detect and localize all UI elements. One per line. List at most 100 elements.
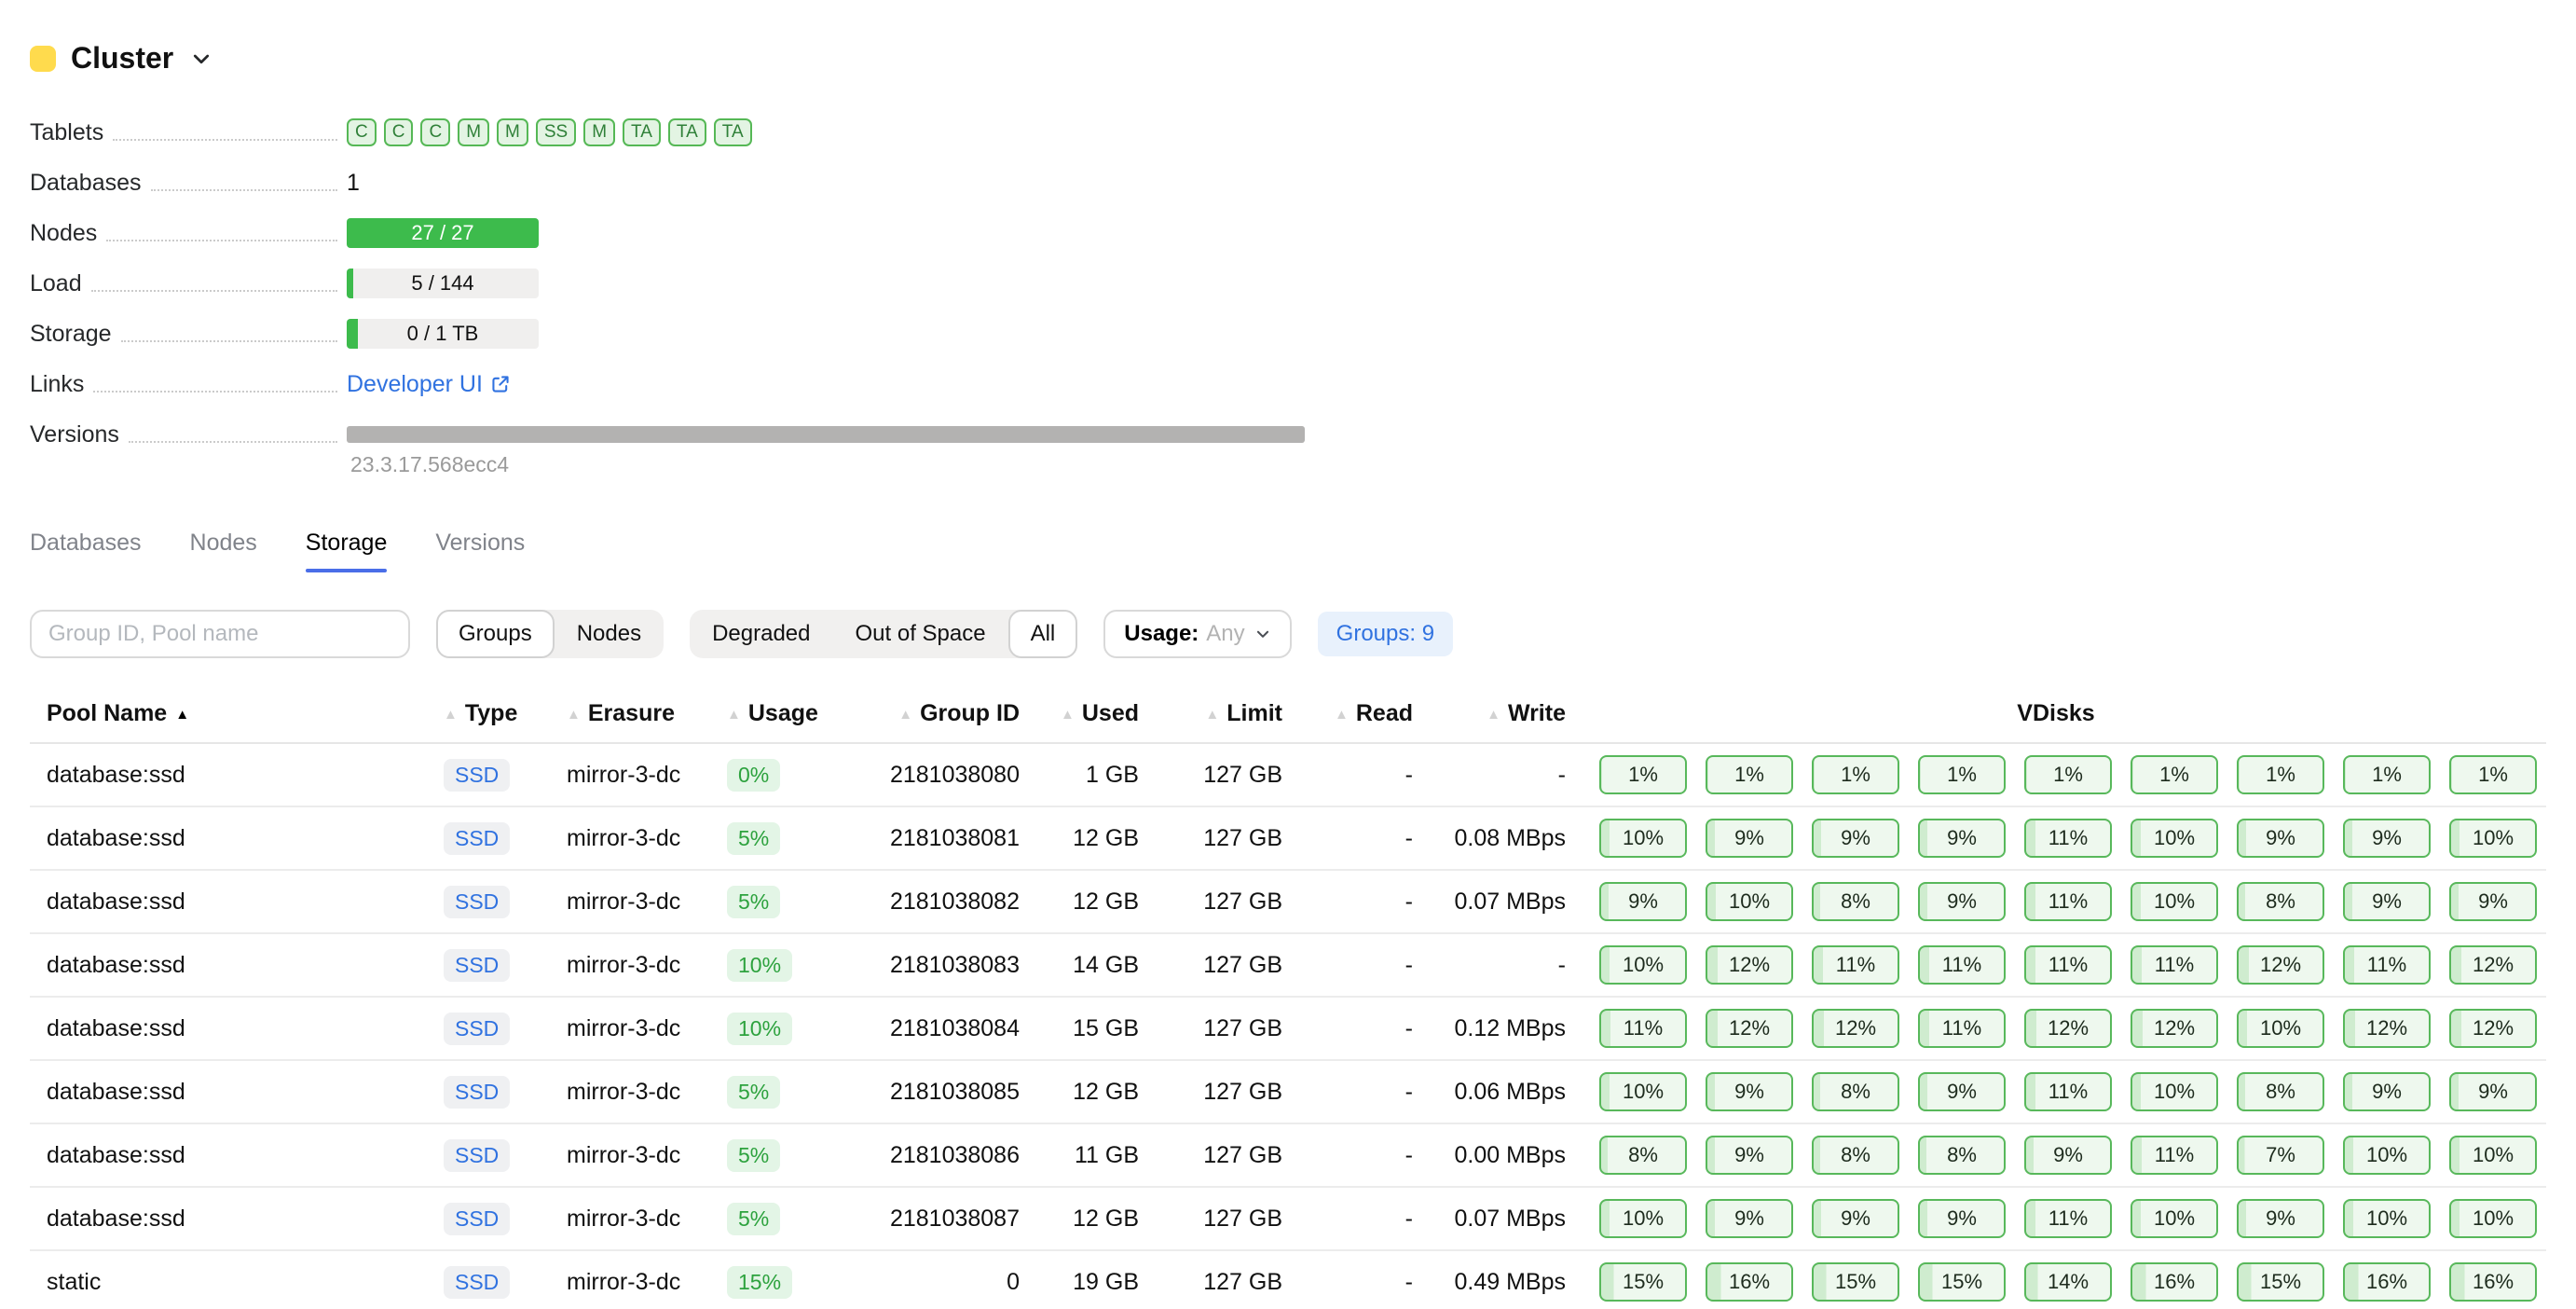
vdisk-badge[interactable]: 11% <box>2131 945 2218 985</box>
vdisk-badge[interactable]: 16% <box>2449 1262 2537 1302</box>
vdisk-badge[interactable]: 9% <box>1918 1072 2006 1111</box>
column-header-write[interactable]: ▲Write <box>1413 700 1566 727</box>
vdisk-badge[interactable]: 1% <box>1918 755 2006 794</box>
vdisk-badge[interactable]: 15% <box>1599 1262 1687 1302</box>
vdisk-badge[interactable]: 9% <box>1706 1072 1793 1111</box>
column-header-type[interactable]: ▲Type <box>444 700 567 727</box>
vdisk-badge[interactable]: 12% <box>2024 1009 2112 1048</box>
vdisk-badge[interactable]: 12% <box>2131 1009 2218 1048</box>
vdisk-badge[interactable]: 1% <box>2024 755 2112 794</box>
vdisk-badge[interactable]: 10% <box>2237 1009 2324 1048</box>
vdisk-badge[interactable]: 11% <box>2024 1199 2112 1238</box>
tab-databases[interactable]: Databases <box>30 530 142 572</box>
vdisk-badge[interactable]: 11% <box>1599 1009 1687 1048</box>
vdisk-badge[interactable]: 9% <box>1706 1136 1793 1175</box>
vdisk-badge[interactable]: 9% <box>2343 882 2431 921</box>
vdisk-badge[interactable]: 1% <box>1599 755 1687 794</box>
vdisk-badge[interactable]: 10% <box>2449 1136 2537 1175</box>
chevron-down-icon[interactable] <box>190 48 212 70</box>
tablet-badge[interactable]: C <box>347 118 377 146</box>
tab-versions[interactable]: Versions <box>435 530 525 572</box>
vdisk-badge[interactable]: 1% <box>1812 755 1899 794</box>
vdisk-badge[interactable]: 10% <box>1706 882 1793 921</box>
tablet-badge[interactable]: TA <box>668 118 706 146</box>
search-input[interactable] <box>30 610 410 658</box>
vdisk-badge[interactable]: 9% <box>1918 882 2006 921</box>
filter-out-of-space[interactable]: Out of Space <box>833 610 1008 658</box>
vdisk-badge[interactable]: 9% <box>1706 1199 1793 1238</box>
filter-degraded[interactable]: Degraded <box>690 610 832 658</box>
vdisk-badge[interactable]: 11% <box>2024 882 2112 921</box>
vdisk-badge[interactable]: 12% <box>1706 945 1793 985</box>
column-header-pool-name[interactable]: Pool Name▲ <box>30 700 444 727</box>
vdisk-badge[interactable]: 9% <box>2449 1072 2537 1111</box>
vdisk-badge[interactable]: 11% <box>2024 1072 2112 1111</box>
tab-storage[interactable]: Storage <box>306 530 388 572</box>
tablet-badge[interactable]: SS <box>536 118 576 146</box>
vdisk-badge[interactable]: 11% <box>2131 1136 2218 1175</box>
vdisk-badge[interactable]: 12% <box>2449 1009 2537 1048</box>
vdisk-badge[interactable]: 9% <box>2237 819 2324 858</box>
vdisk-badge[interactable]: 9% <box>2449 882 2537 921</box>
tablet-badge[interactable]: C <box>384 118 414 146</box>
tablet-badge[interactable]: C <box>420 118 450 146</box>
vdisk-badge[interactable]: 10% <box>2131 882 2218 921</box>
vdisk-badge[interactable]: 12% <box>2237 945 2324 985</box>
vdisk-badge[interactable]: 9% <box>1812 819 1899 858</box>
toggle-nodes[interactable]: Nodes <box>555 610 664 658</box>
tablet-badge[interactable]: TA <box>623 118 661 146</box>
column-header-erasure[interactable]: ▲Erasure <box>567 700 727 727</box>
vdisk-badge[interactable]: 10% <box>2449 819 2537 858</box>
tablet-badge[interactable]: M <box>583 118 615 146</box>
vdisk-badge[interactable]: 8% <box>2237 1072 2324 1111</box>
vdisk-badge[interactable]: 8% <box>1812 1072 1899 1111</box>
vdisk-badge[interactable]: 1% <box>1706 755 1793 794</box>
developer-ui-link[interactable]: Developer UI <box>347 371 511 398</box>
tablet-badge[interactable]: TA <box>714 118 752 146</box>
vdisk-badge[interactable]: 12% <box>1812 1009 1899 1048</box>
vdisk-badge[interactable]: 14% <box>2024 1262 2112 1302</box>
toggle-groups[interactable]: Groups <box>436 610 555 658</box>
filter-all[interactable]: All <box>1008 610 1078 658</box>
tablet-badge[interactable]: M <box>497 118 528 146</box>
vdisk-badge[interactable]: 15% <box>2237 1262 2324 1302</box>
vdisk-badge[interactable]: 11% <box>2024 945 2112 985</box>
vdisk-badge[interactable]: 10% <box>1599 945 1687 985</box>
vdisk-badge[interactable]: 1% <box>2343 755 2431 794</box>
vdisk-badge[interactable]: 11% <box>1918 945 2006 985</box>
usage-filter-button[interactable]: Usage: Any <box>1103 610 1291 658</box>
vdisk-badge[interactable]: 7% <box>2237 1136 2324 1175</box>
vdisk-badge[interactable]: 8% <box>1812 882 1899 921</box>
vdisk-badge[interactable]: 10% <box>2131 1199 2218 1238</box>
vdisk-badge[interactable]: 9% <box>1599 882 1687 921</box>
column-header-usage[interactable]: ▲Usage <box>727 700 876 727</box>
vdisk-badge[interactable]: 9% <box>2343 1072 2431 1111</box>
vdisk-badge[interactable]: 16% <box>2131 1262 2218 1302</box>
column-header-limit[interactable]: ▲Limit <box>1139 700 1282 727</box>
vdisk-badge[interactable]: 9% <box>1812 1199 1899 1238</box>
vdisk-badge[interactable]: 15% <box>1812 1262 1899 1302</box>
vdisk-badge[interactable]: 9% <box>1918 1199 2006 1238</box>
vdisk-badge[interactable]: 11% <box>2343 945 2431 985</box>
vdisk-badge[interactable]: 9% <box>2237 1199 2324 1238</box>
vdisk-badge[interactable]: 10% <box>2131 1072 2218 1111</box>
vdisk-badge[interactable]: 8% <box>1599 1136 1687 1175</box>
vdisk-badge[interactable]: 16% <box>2343 1262 2431 1302</box>
vdisk-badge[interactable]: 9% <box>1706 819 1793 858</box>
vdisk-badge[interactable]: 10% <box>2343 1136 2431 1175</box>
vdisk-badge[interactable]: 15% <box>1918 1262 2006 1302</box>
vdisk-badge[interactable]: 9% <box>2343 819 2431 858</box>
vdisk-badge[interactable]: 16% <box>1706 1262 1793 1302</box>
vdisk-badge[interactable]: 1% <box>2131 755 2218 794</box>
tablet-badge[interactable]: M <box>458 118 489 146</box>
vdisk-badge[interactable]: 11% <box>2024 819 2112 858</box>
column-header-read[interactable]: ▲Read <box>1282 700 1413 727</box>
vdisk-badge[interactable]: 1% <box>2449 755 2537 794</box>
tab-nodes[interactable]: Nodes <box>190 530 257 572</box>
vdisk-badge[interactable]: 10% <box>1599 1199 1687 1238</box>
column-header-used[interactable]: ▲Used <box>1020 700 1139 727</box>
vdisk-badge[interactable]: 11% <box>1918 1009 2006 1048</box>
vdisk-badge[interactable]: 9% <box>1918 819 2006 858</box>
vdisk-badge[interactable]: 10% <box>2131 819 2218 858</box>
vdisk-badge[interactable]: 9% <box>2024 1136 2112 1175</box>
